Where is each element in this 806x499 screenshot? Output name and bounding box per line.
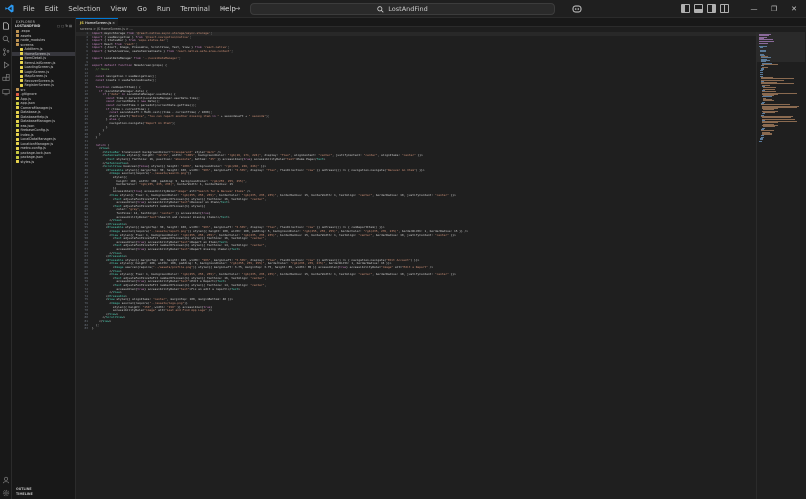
- timeline-section[interactable]: TIMELINE: [12, 492, 75, 497]
- activity-bar: [0, 18, 12, 499]
- minimap-line: [759, 140, 762, 142]
- file-icon: [16, 160, 19, 164]
- window-controls: — ❐ ✕: [744, 0, 804, 18]
- code-editor[interactable]: 1 import AsyncStorage from '@react-native…: [76, 32, 756, 499]
- toggle-primary-sidebar-icon[interactable]: [681, 4, 690, 13]
- menu-bar: File Edit Selection View Go Run Terminal Help: [18, 0, 241, 18]
- code-text: }: [92, 326, 94, 331]
- file-icon: [20, 79, 23, 83]
- menu-view[interactable]: View: [106, 0, 133, 18]
- search-icon: [377, 5, 384, 13]
- menu-selection[interactable]: Selection: [63, 0, 105, 18]
- toggle-panel-icon[interactable]: [694, 4, 703, 13]
- search-icon[interactable]: [2, 35, 10, 43]
- folder-icon: [16, 29, 19, 33]
- explorer-actions[interactable]: ▢ ▢ ↻ ▤: [57, 24, 72, 29]
- run-debug-icon[interactable]: [2, 61, 10, 69]
- file-icon: [20, 47, 23, 51]
- settings-gear-icon[interactable]: [2, 489, 10, 497]
- minimap-line: [759, 40, 774, 42]
- restore-icon[interactable]: ❐: [764, 5, 784, 13]
- code-text: // Hooks: [95, 67, 110, 71]
- toggle-secondary-sidebar-icon[interactable]: [707, 4, 716, 13]
- command-center-search[interactable]: LostAndFind: [250, 3, 555, 15]
- file-icon: [16, 151, 19, 155]
- menu-run[interactable]: Run: [152, 0, 175, 18]
- minimap-line: [759, 71, 763, 73]
- menu-go[interactable]: Go: [132, 0, 152, 18]
- file-icon: [20, 65, 23, 69]
- customize-layout-icon[interactable]: [720, 4, 729, 13]
- menu-terminal[interactable]: Terminal: [175, 0, 215, 18]
- command-center-text: LostAndFind: [388, 5, 428, 13]
- navigation-arrows: ← →: [221, 4, 240, 14]
- minimap-line: [759, 47, 763, 48]
- file-icon: [20, 61, 23, 65]
- minimap-line: [762, 118, 796, 120]
- code-text: }: [92, 135, 98, 140]
- code-text: <Image source={require("../assets/profil…: [92, 265, 434, 269]
- file-icon: [16, 115, 19, 119]
- code-text: import { SafeAreaView, useSafeAreaInsets…: [92, 49, 234, 53]
- copilot-icon[interactable]: [572, 4, 582, 14]
- tab-homescreen[interactable]: JS HomeScreen.js ×: [76, 18, 118, 27]
- tree-file[interactable]: styles.js: [12, 160, 75, 165]
- line-number: 83: [84, 326, 88, 331]
- tab-close-icon[interactable]: ×: [112, 19, 115, 27]
- tab-label: HomeScreen.js: [85, 21, 112, 25]
- file-icon: [16, 92, 19, 96]
- file-tree: .expo assets node_modules screens AddItem.js…: [12, 29, 75, 164]
- title-bar: File Edit Selection View Go Run Terminal Help ←…: [0, 0, 806, 18]
- minimap-line: [759, 43, 769, 45]
- account-icon[interactable]: [2, 476, 10, 484]
- file-icon: [16, 146, 19, 150]
- folder-icon: [16, 38, 19, 42]
- extensions-icon[interactable]: [2, 74, 10, 82]
- minimap-line: [759, 50, 766, 52]
- file-icon: [16, 119, 19, 123]
- editor-tab-bar: JS HomeScreen.js ×: [76, 18, 806, 27]
- folder-icon: [16, 43, 19, 47]
- explorer-sidebar: EXPLORER LOSTANDFIND ▢ ▢ ↻ ▤ .expo assets…: [12, 18, 76, 499]
- code-line[interactable]: 83}: [76, 326, 756, 331]
- code-text: const insets = useSafeAreaInsets();: [95, 77, 157, 82]
- folder-icon: [16, 88, 19, 92]
- layout-controls: [681, 4, 729, 13]
- menu-file[interactable]: File: [18, 0, 40, 18]
- minimap-line: [761, 79, 784, 81]
- file-icon: [16, 155, 19, 159]
- file-icon: [16, 110, 19, 114]
- minimap[interactable]: [756, 32, 806, 499]
- close-icon[interactable]: ✕: [784, 5, 804, 13]
- file-icon: [16, 133, 19, 137]
- file-icon: [20, 56, 23, 60]
- file-icon: [20, 70, 23, 74]
- file-icon: [16, 142, 19, 146]
- minimize-icon[interactable]: —: [744, 5, 764, 13]
- menu-edit[interactable]: Edit: [40, 0, 64, 18]
- file-icon: [16, 106, 19, 110]
- file-icon: [20, 52, 23, 56]
- file-icon: [16, 101, 19, 105]
- vscode-logo-icon: [0, 0, 18, 18]
- tree-item-label: RegisterScreen.js: [24, 83, 54, 87]
- remote-explorer-icon[interactable]: [2, 88, 10, 96]
- file-icon: [20, 83, 23, 87]
- code-text: import LocalDataManager from '../LocalDa…: [92, 56, 181, 61]
- file-icon: [16, 128, 19, 132]
- explorer-icon[interactable]: [2, 22, 10, 30]
- source-control-icon[interactable]: [2, 48, 10, 56]
- file-icon: [16, 124, 19, 128]
- folder-icon: [16, 34, 19, 38]
- back-arrow-icon[interactable]: ←: [221, 4, 228, 14]
- file-icon: [16, 137, 19, 141]
- file-icon: [20, 74, 23, 78]
- forward-arrow-icon[interactable]: →: [234, 4, 241, 14]
- file-icon: [16, 97, 19, 101]
- tree-item-label: styles.js: [20, 159, 35, 164]
